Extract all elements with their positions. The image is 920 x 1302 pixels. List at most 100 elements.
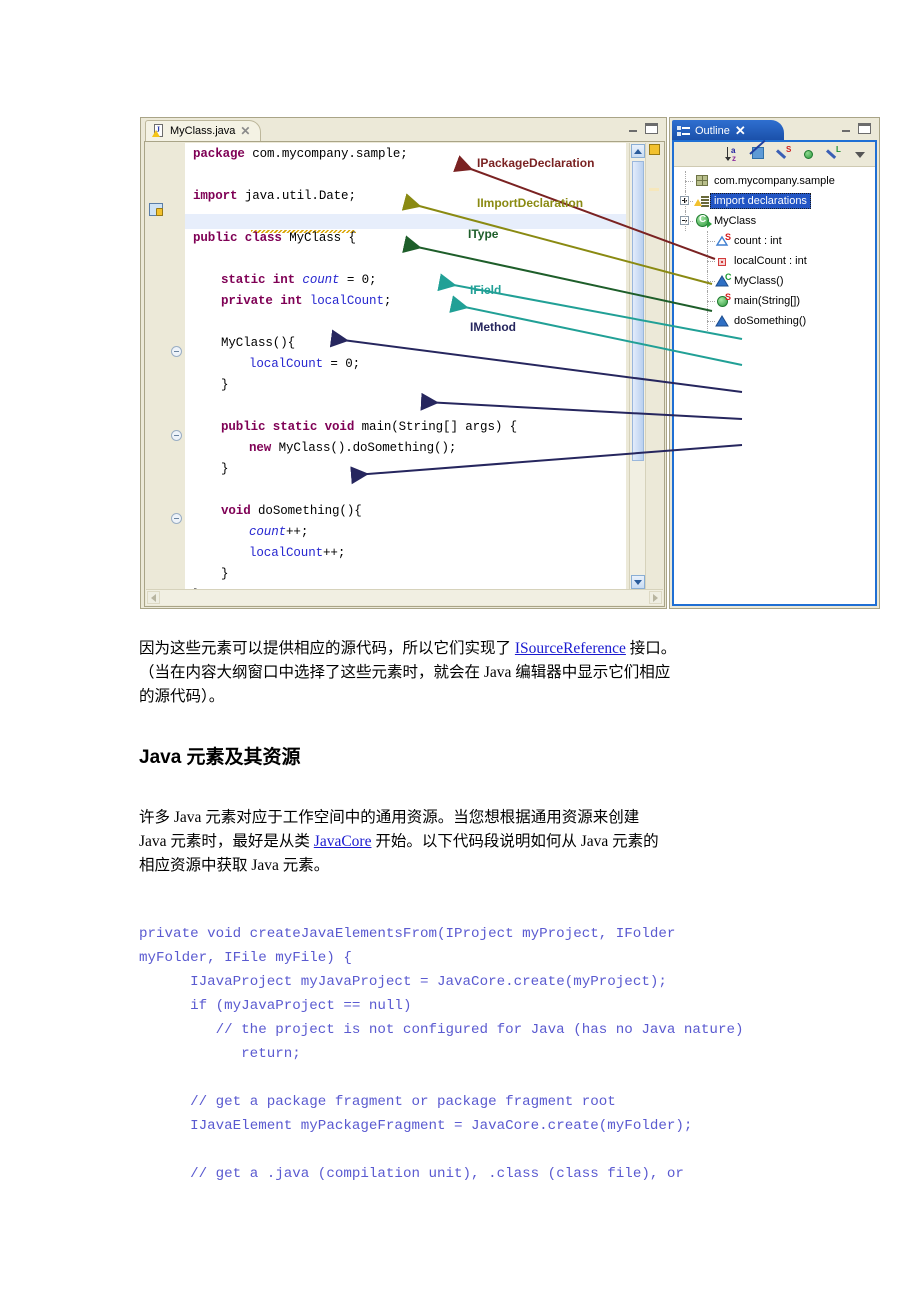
code-token: void [221, 504, 251, 518]
java-file-icon: J [152, 124, 165, 138]
annotation-imethod: IMethod [470, 320, 516, 334]
tree-guide-line [685, 201, 693, 202]
outline-item-label: com.mycompany.sample [714, 175, 835, 187]
paragraph1-line2: （当在内容大纲窗口中选择了这些元素时，就会在 Java 编辑器中显示它们相应 [139, 664, 671, 681]
editor-source-area[interactable]: package com.mycompany.sample; import java… [185, 143, 626, 590]
outline-item-label: MyClass [714, 215, 757, 227]
outline-tree-item[interactable]: com.mycompany.sample [674, 171, 875, 191]
code-token: java.util.Date; [237, 189, 356, 203]
outline-tree-item[interactable]: C MyClass() [674, 271, 875, 291]
outline-window-buttons [840, 123, 871, 134]
minimize-icon[interactable] [627, 123, 640, 134]
modifier-badge: S [725, 232, 732, 242]
code-token: localCount [309, 294, 384, 308]
hide-fields-icon[interactable] [749, 139, 769, 163]
editor-annotation-gutter[interactable] [146, 143, 169, 590]
code-line: private int localCount; [221, 294, 391, 308]
scroll-down-icon[interactable] [631, 575, 645, 589]
overview-warning-marker[interactable] [649, 144, 660, 155]
editor-overview-ruler[interactable] [645, 143, 663, 590]
code-token: com.mycompany.sample; [244, 147, 408, 161]
minimize-icon[interactable] [840, 123, 853, 134]
code-token: count [249, 525, 287, 539]
view-menu-icon[interactable] [851, 146, 869, 163]
hide-static-members-icon[interactable]: S [775, 145, 794, 163]
outline-item-label: MyClass() [734, 275, 784, 287]
code-token: count [302, 273, 340, 287]
editor-vertical-scrollbar[interactable] [629, 143, 646, 590]
javacore-link[interactable]: JavaCore [314, 833, 372, 850]
overview-occurrence-marker [649, 188, 659, 191]
code-token: ++; [323, 546, 346, 560]
fold-marker-main[interactable] [171, 430, 182, 441]
hide-local-types-icon[interactable]: L [825, 145, 844, 163]
code-token: = 0; [339, 273, 377, 287]
code-token: private int [221, 294, 303, 308]
package-icon [694, 173, 710, 189]
scroll-up-icon[interactable] [631, 144, 645, 158]
code-token: new [249, 441, 272, 455]
close-icon[interactable]: ✕ [735, 123, 746, 139]
class-icon: C [694, 213, 712, 229]
maximize-icon[interactable] [645, 123, 658, 134]
code-line: } [221, 462, 229, 476]
scroll-left-icon[interactable] [147, 591, 160, 604]
editor-folding-strip[interactable] [168, 143, 186, 590]
code-token: } [221, 462, 229, 476]
annotation-iimportdeclaration: IImportDeclaration [477, 196, 584, 210]
section-heading: Java 元素及其资源 [139, 747, 301, 768]
code-token: localCount [249, 546, 324, 560]
code-token: = 0; [323, 357, 361, 371]
code-token: public class [193, 231, 282, 245]
outline-item-label: main(String[]) [734, 295, 801, 307]
code-line: package com.mycompany.sample; [193, 147, 408, 161]
outline-item-label: doSomething() [734, 315, 807, 327]
editor-tab-bar: J MyClass.java ✕ [141, 118, 666, 142]
code-line: new MyClass().doSomething(); [249, 441, 456, 455]
outline-tree[interactable]: com.mycompany.sample import declarations C… [674, 168, 875, 604]
outline-item-label: count : int [734, 235, 782, 247]
outline-tree-item[interactable]: Scount : int [674, 231, 875, 251]
paragraph2-line3: 相应资源中获取 Java 元素。 [139, 857, 330, 874]
editor-horizontal-scrollbar[interactable] [146, 589, 663, 605]
code-line: public class MyClass { [193, 231, 356, 245]
code-line: MyClass(){ [221, 336, 295, 350]
maximize-icon[interactable] [858, 123, 871, 134]
tree-guide-line [685, 221, 693, 222]
outline-tab[interactable]: Outline ✕ [672, 120, 784, 141]
code-token: ++; [286, 525, 309, 539]
code-line: } [221, 378, 229, 392]
paragraph2-line1: 许多 Java 元素对应于工作空间中的通用资源。当您想根据通用资源来创建 [139, 809, 640, 826]
code-token: public static void [221, 420, 355, 434]
editor-tab-myclass-java[interactable]: J MyClass.java ✕ [145, 120, 262, 141]
outline-tree-item[interactable]: localCount : int [674, 251, 875, 271]
vertical-scrollbar-thumb[interactable] [632, 161, 644, 461]
field-private-icon [714, 253, 730, 269]
code-token: static int [221, 273, 296, 287]
code-token: } [221, 378, 229, 392]
code-token: MyClass().doSomething(); [271, 441, 457, 455]
code-token: doSomething(){ [250, 504, 362, 518]
paragraph2-line2-part1: Java 元素时，最好是从类 [139, 833, 314, 850]
fold-marker-constructor[interactable] [171, 346, 182, 357]
java-editor-window: J MyClass.java ✕ package com.mycompany.s… [140, 117, 667, 609]
outline-tree-item[interactable]: C MyClass [674, 211, 875, 231]
outline-tree-item[interactable]: doSomething() [674, 311, 875, 331]
constructor-icon: C [714, 272, 732, 289]
isourcereference-link[interactable]: ISourceReference [515, 640, 626, 657]
outline-toolbar: az S L [674, 139, 875, 167]
code-token: ; [383, 294, 392, 308]
code-line: } [221, 567, 229, 581]
fold-marker-dosomething[interactable] [171, 513, 182, 524]
outline-tree-item[interactable]: Smain(String[]) [674, 291, 875, 311]
sort-alphabetically-icon[interactable]: az [725, 146, 744, 163]
paragraph-isourcereference: 因为这些元素可以提供相应的源代码，所以它们实现了 ISourceReferenc… [139, 637, 849, 709]
code-token: } [221, 567, 229, 581]
field-public-static-icon: S [714, 232, 732, 249]
unused-import-warning-icon[interactable] [149, 203, 165, 218]
scroll-right-icon[interactable] [649, 591, 662, 604]
hide-non-public-members-icon[interactable] [801, 146, 819, 163]
close-icon[interactable]: ✕ [240, 125, 250, 137]
outline-tree-item[interactable]: import declarations [674, 191, 875, 211]
